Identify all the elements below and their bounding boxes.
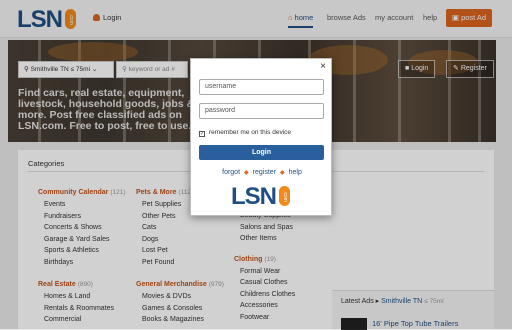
login-modal: × username password ✓ remember me on this… <box>190 58 332 216</box>
checkbox-checked-icon[interactable]: ✓ <box>199 131 205 137</box>
register-link[interactable]: register <box>253 169 276 176</box>
separator-icon: ◆ <box>280 170 285 176</box>
login-submit-button[interactable]: Login <box>199 145 324 160</box>
separator-icon: ◆ <box>244 170 249 176</box>
forgot-link[interactable]: forgot <box>222 169 240 176</box>
modal-logo-badge: .com <box>279 186 290 206</box>
help-link[interactable]: help <box>289 169 302 176</box>
username-input[interactable]: username <box>199 79 324 95</box>
modal-links: forgot ◆ register ◆ help <box>191 169 333 176</box>
modal-logo-text: LSN <box>231 183 277 210</box>
password-input[interactable]: password <box>199 103 324 119</box>
modal-logo: LSN .com <box>231 183 293 210</box>
remember-me[interactable]: ✓ remember me on this device <box>199 129 291 137</box>
remember-label: remember me on this device <box>209 129 292 136</box>
close-icon[interactable]: × <box>320 61 326 72</box>
